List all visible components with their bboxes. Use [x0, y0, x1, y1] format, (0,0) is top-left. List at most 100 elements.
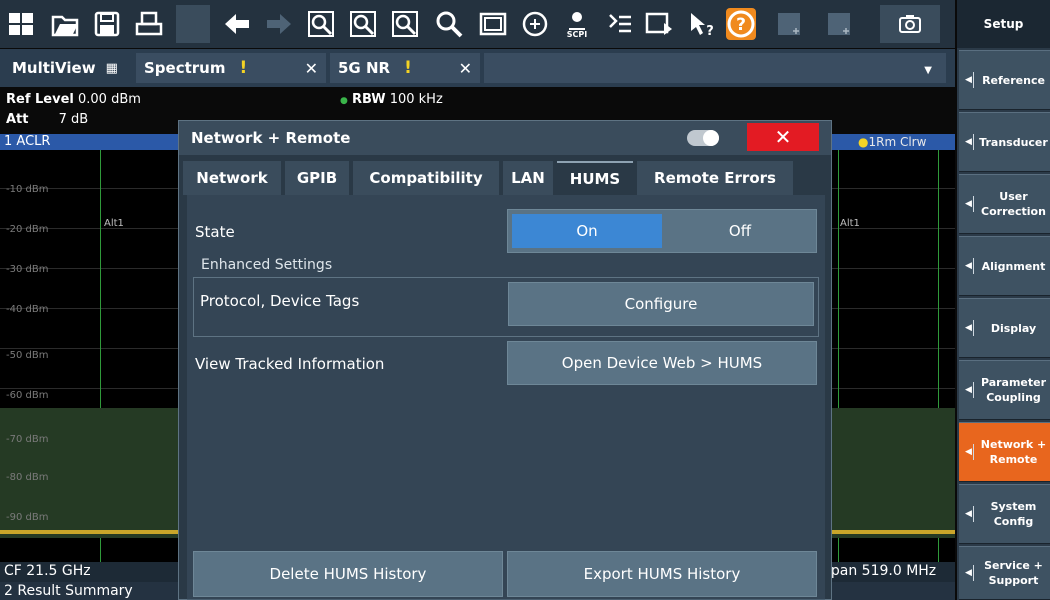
rbw-dot-icon: ●: [340, 96, 348, 106]
ref-level-info: Ref Level 0.00 dBm: [6, 92, 141, 107]
tab-label: 5G NR: [338, 59, 391, 77]
softkey-display[interactable]: ◀ Display: [959, 298, 1050, 358]
arrow-left-icon: ◀: [965, 199, 972, 209]
softkey-title: Setup: [957, 0, 1050, 48]
zoom-reset-icon[interactable]: [432, 5, 466, 43]
export-hums-history-button[interactable]: Export HUMS History: [507, 551, 817, 597]
softkey-label: Reference: [982, 73, 1045, 87]
scpi-icon[interactable]: SCPI: [560, 5, 594, 43]
close-icon[interactable]: ✕: [459, 59, 472, 78]
softkey-system-config[interactable]: ◀ System Config: [959, 484, 1050, 544]
softkey-reference[interactable]: ◀ Reference: [959, 50, 1050, 110]
help-pointer-icon[interactable]: ?: [684, 5, 718, 43]
softkey-label: Display: [990, 321, 1037, 335]
dialog-title: Network + Remote: [191, 129, 351, 147]
tab-lan[interactable]: LAN: [503, 161, 553, 195]
softkey-panel: Setup ◀ Reference ◀ Transducer ◀ User Corre…: [957, 0, 1050, 600]
open-folder-icon[interactable]: [48, 5, 82, 43]
arrow-left-icon: ◀: [965, 261, 972, 271]
arrow-left-icon: ◀: [965, 509, 972, 519]
arrow-left-icon: ◀: [965, 137, 972, 147]
span-value: Span 519.0 MHz: [822, 563, 937, 579]
state-toggle[interactable]: On Off: [507, 209, 817, 253]
y-tick: -50 dBm: [6, 350, 49, 361]
y-tick: -60 dBm: [6, 390, 49, 401]
softkey-label: Alignment: [981, 259, 1046, 273]
att-value: 7 dB: [58, 112, 89, 127]
softkey-alignment[interactable]: ◀ Alignment: [959, 236, 1050, 296]
zoom-multi-icon[interactable]: [346, 5, 380, 43]
arrow-left-icon: ◀: [965, 447, 972, 457]
close-icon[interactable]: ✕: [305, 59, 318, 78]
sfx-icon[interactable]: [602, 5, 636, 43]
undo-icon[interactable]: [220, 5, 254, 43]
warning-icon: !: [239, 58, 248, 78]
tab-label: MultiView: [12, 59, 96, 77]
configure-button[interactable]: Configure: [508, 282, 814, 326]
softkey-label: Network + Remote: [980, 438, 1047, 466]
delete-hums-history-button[interactable]: Delete HUMS History: [193, 551, 503, 597]
network-remote-dialog: Network + Remote ✕ Network GPIB Compatib…: [178, 120, 832, 600]
fullscreen-icon[interactable]: [476, 5, 510, 43]
multiview-icon: ▦: [105, 60, 118, 76]
camera-icon[interactable]: [880, 5, 940, 43]
zoom-icon[interactable]: [304, 5, 338, 43]
open-device-web-button[interactable]: Open Device Web > HUMS: [507, 341, 817, 385]
rbw-label: RBW: [352, 92, 386, 107]
tab-network[interactable]: Network: [183, 161, 281, 195]
ref-level-label: Ref Level: [6, 92, 74, 107]
zoom-pan-icon[interactable]: [388, 5, 422, 43]
y-tick: -80 dBm: [6, 472, 49, 483]
softkey-user-correction[interactable]: ◀ User Correction: [959, 174, 1050, 234]
toolbar: SCPI ? ?: [0, 0, 955, 48]
att-label: Att: [6, 112, 29, 127]
softkey-label: Parameter Coupling: [980, 376, 1047, 404]
softkey-label: Service + Support: [984, 559, 1043, 587]
close-dialog-button[interactable]: ✕: [747, 123, 819, 151]
arrow-left-icon: ◀: [965, 323, 972, 333]
softkey-service-support[interactable]: ◀ Service + Support: [959, 546, 1050, 600]
ref-level-value: 0.00 dBm: [78, 92, 141, 107]
alt1-label-left: Alt1: [104, 218, 124, 229]
windows-icon[interactable]: [4, 5, 38, 43]
toggle-transparency-icon[interactable]: [687, 130, 719, 146]
state-on-option[interactable]: On: [512, 214, 662, 248]
tab-hums[interactable]: HUMS: [557, 161, 633, 195]
tab-multiview[interactable]: MultiView ▦: [4, 53, 132, 83]
trace-label: 1Rm Clrw: [868, 135, 927, 149]
scpi-label: SCPI: [567, 30, 587, 39]
enhanced-settings-group: Protocol, Device Tags Configure: [193, 277, 819, 337]
window-switch-icon[interactable]: [642, 5, 676, 43]
state-off-option[interactable]: Off: [666, 214, 814, 248]
y-tick: -70 dBm: [6, 434, 49, 445]
y-tick: -10 dBm: [6, 184, 49, 195]
softkey-parameter-coupling[interactable]: ◀ Parameter Coupling: [959, 360, 1050, 420]
arrow-left-icon: ◀: [965, 385, 972, 395]
save-icon[interactable]: [90, 5, 124, 43]
tab-label: Spectrum: [144, 59, 226, 77]
arrow-left-icon: ◀: [965, 75, 972, 85]
y-tick: -90 dBm: [6, 512, 49, 523]
arrow-left-icon: ◀: [965, 568, 972, 578]
help-icon[interactable]: ?: [726, 8, 756, 40]
softkey-network-remote[interactable]: ◀ Network + Remote: [959, 422, 1050, 482]
state-label: State: [195, 223, 235, 241]
svg-text:?: ?: [706, 24, 714, 39]
softkey-label: System Config: [990, 500, 1037, 528]
y-tick: -40 dBm: [6, 304, 49, 315]
softkey-label: User Correction: [981, 190, 1046, 218]
tab-gpib[interactable]: GPIB: [285, 161, 349, 195]
tab-compatibility[interactable]: Compatibility: [353, 161, 499, 195]
alt1-label-right: Alt1: [840, 218, 860, 229]
trace-indicator: ●1Rm Clrw: [858, 135, 927, 149]
tab-5g-nr[interactable]: 5G NR ! ✕: [330, 53, 480, 83]
rbw-info: ● RBW 100 kHz: [340, 92, 443, 107]
tab-spectrum[interactable]: Spectrum ! ✕: [136, 53, 326, 83]
dialog-titlebar: Network + Remote ✕: [179, 121, 831, 155]
softkey-transducer[interactable]: ◀ Transducer: [959, 112, 1050, 172]
tab-remote-errors[interactable]: Remote Errors: [637, 161, 793, 195]
dialog-body: State On Off Enhanced Settings Protocol,…: [187, 195, 825, 600]
sequencer-icon[interactable]: [518, 5, 552, 43]
dropdown-arrow-icon[interactable]: ▼: [924, 65, 932, 76]
print-icon[interactable]: [132, 5, 166, 43]
